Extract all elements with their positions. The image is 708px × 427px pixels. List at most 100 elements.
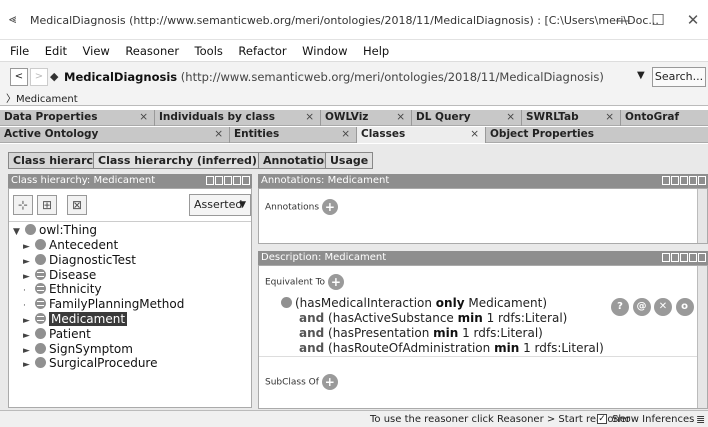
expand-arrow-icon[interactable]: ► (23, 346, 35, 356)
close-icon[interactable]: × (214, 127, 223, 142)
tab-usage[interactable]: Usage (325, 152, 374, 169)
close-icon[interactable]: × (470, 127, 479, 142)
annotations-panel: Annotations + (258, 188, 708, 244)
asserted-dropdown[interactable]: Asserted ▼ (189, 194, 251, 216)
tab-entities[interactable]: Entities × (230, 127, 357, 143)
tab-ontograf[interactable]: OntoGraf (621, 110, 708, 126)
equivalent-to-label: Equivalent To (265, 277, 326, 288)
expand-arrow-icon[interactable]: ► (23, 272, 35, 282)
tab-individuals-by-class[interactable]: Individuals by class × (155, 110, 321, 126)
expression-line: and (hasActiveSubstance min 1 rdfs:Liter… (299, 311, 568, 325)
close-icon[interactable]: × (341, 127, 350, 142)
forward-button[interactable]: > (30, 68, 48, 86)
tree-item[interactable]: ► Antecedent (23, 238, 118, 252)
collapse-arrow-icon[interactable]: ▼ (13, 227, 25, 237)
annotate-button[interactable]: @ (632, 298, 651, 316)
add-subclass-button[interactable]: ⊹ (13, 195, 33, 215)
expand-arrow-icon[interactable]: ► (23, 360, 35, 370)
expand-arrow-icon[interactable]: ► (23, 242, 35, 252)
close-icon[interactable]: × (139, 110, 148, 125)
defined-class-icon (35, 298, 46, 310)
tab-swrltab[interactable]: SWRLTab × (522, 110, 621, 126)
minimize-button[interactable]: — (608, 8, 638, 32)
keyword: min (457, 311, 483, 325)
description-scrollbar[interactable] (697, 266, 707, 408)
close-icon[interactable]: × (305, 110, 314, 125)
tree-item[interactable]: ► Patient (23, 327, 91, 341)
expression-line: and (hasRouteOfAdministration min 1 rdfs… (299, 341, 604, 355)
view-controls-icon[interactable] (205, 176, 250, 186)
class-icon (35, 327, 46, 339)
expand-arrow-icon[interactable]: ► (23, 331, 35, 341)
tree-root[interactable]: ▼ owl:Thing (13, 223, 97, 237)
tree-item[interactable]: ► SurgicalProcedure (23, 356, 157, 370)
menu-refactor[interactable]: Refactor (232, 40, 292, 62)
defined-class-icon (35, 268, 46, 280)
maximize-button[interactable]: ☐ (643, 8, 673, 32)
delete-button[interactable]: ✕ (654, 298, 672, 316)
tree-item[interactable]: ► Disease (23, 268, 96, 282)
search-button[interactable]: Search... (652, 67, 706, 87)
annotations-scrollbar[interactable] (697, 189, 707, 243)
class-icon (281, 297, 292, 308)
tree-item[interactable]: ► Medicament (23, 312, 128, 326)
menu-tools[interactable]: Tools (189, 40, 229, 62)
close-button[interactable]: ✕ (678, 8, 708, 32)
equivalent-expression[interactable]: (hasMedicalInteraction only Medicament) … (281, 296, 604, 356)
expand-arrow-icon[interactable]: ► (23, 257, 35, 267)
explain-button[interactable]: ? (611, 298, 629, 316)
tab-classes[interactable]: Classes × (357, 127, 486, 143)
asserted-label: Asserted (194, 198, 243, 211)
class-hierarchy-header: Class hierarchy: Medicament (8, 174, 252, 188)
subclass-of-section: SubClass Of + (265, 374, 338, 390)
log-icon[interactable]: ≣ (696, 413, 705, 426)
protege-logo-icon: ⪡ (9, 12, 17, 27)
chevron-down-icon[interactable]: ▼ (637, 70, 645, 81)
menu-file[interactable]: File (4, 40, 35, 62)
tree-item[interactable]: ► SignSymptom (23, 342, 133, 356)
close-icon[interactable]: × (605, 110, 614, 125)
menu-view[interactable]: View (77, 40, 116, 62)
add-superclass-icon[interactable]: + (321, 374, 338, 390)
class-label: Disease (49, 267, 97, 282)
keyword: min (433, 326, 459, 340)
tree-item[interactable]: · Ethnicity (23, 282, 102, 296)
tab-active-ontology[interactable]: Active Ontology × (0, 127, 230, 143)
class-label: SurgicalProcedure (49, 356, 158, 371)
tree-item[interactable]: · FamilyPlanningMethod (23, 297, 184, 311)
keyword: only (435, 296, 465, 310)
view-controls-icon[interactable] (661, 253, 706, 263)
class-label: DiagnosticTest (49, 252, 137, 267)
close-icon[interactable]: × (506, 110, 515, 125)
add-equivalent-icon[interactable]: + (327, 274, 344, 290)
back-button[interactable]: < (10, 68, 28, 86)
tab-class-hierarchy-inferred[interactable]: Class hierarchy (inferred) (93, 152, 262, 169)
menu-window[interactable]: Window (296, 40, 353, 62)
tab-row-bottom: Active Ontology × Entities × Classes × Obje… (0, 127, 708, 143)
tab-data-properties[interactable]: Data Properties × (0, 110, 155, 126)
menu-edit[interactable]: Edit (39, 40, 73, 62)
subclass-of-label: SubClass Of (265, 377, 319, 388)
delete-class-button[interactable]: ⊠ (67, 195, 87, 215)
divider (9, 221, 251, 222)
tree-item[interactable]: ► DiagnosticTest (23, 253, 136, 267)
add-annotation-icon[interactable]: + (321, 199, 338, 215)
show-inferences-checkbox[interactable]: ✓ (597, 414, 607, 424)
active-ontology-selector[interactable]: MedicalDiagnosis (http://www.semanticweb… (64, 70, 604, 84)
tab-dl-query[interactable]: DL Query × (412, 110, 522, 126)
view-controls-icon[interactable] (661, 176, 706, 186)
tree-connector-icon: · (23, 286, 26, 297)
class-label: Antecedent (49, 238, 119, 252)
reasoner-status: To use the reasoner click Reasoner > Sta… (370, 414, 631, 425)
annotations-title: Annotations: Medicament (261, 175, 390, 186)
tab-owlviz[interactable]: OWLViz × (321, 110, 412, 126)
menu-bar: File Edit View Reasoner Tools Refactor W… (0, 40, 708, 62)
close-icon[interactable]: × (396, 110, 405, 125)
edit-button[interactable]: o (675, 298, 694, 316)
breadcrumb-item[interactable]: Medicament (16, 94, 78, 105)
menu-reasoner[interactable]: Reasoner (119, 40, 185, 62)
add-sibling-button[interactable]: ⊞ (37, 195, 57, 215)
expand-arrow-icon[interactable]: ► (23, 316, 35, 326)
tab-object-properties[interactable]: Object Properties (486, 127, 708, 143)
menu-help[interactable]: Help (357, 40, 395, 62)
